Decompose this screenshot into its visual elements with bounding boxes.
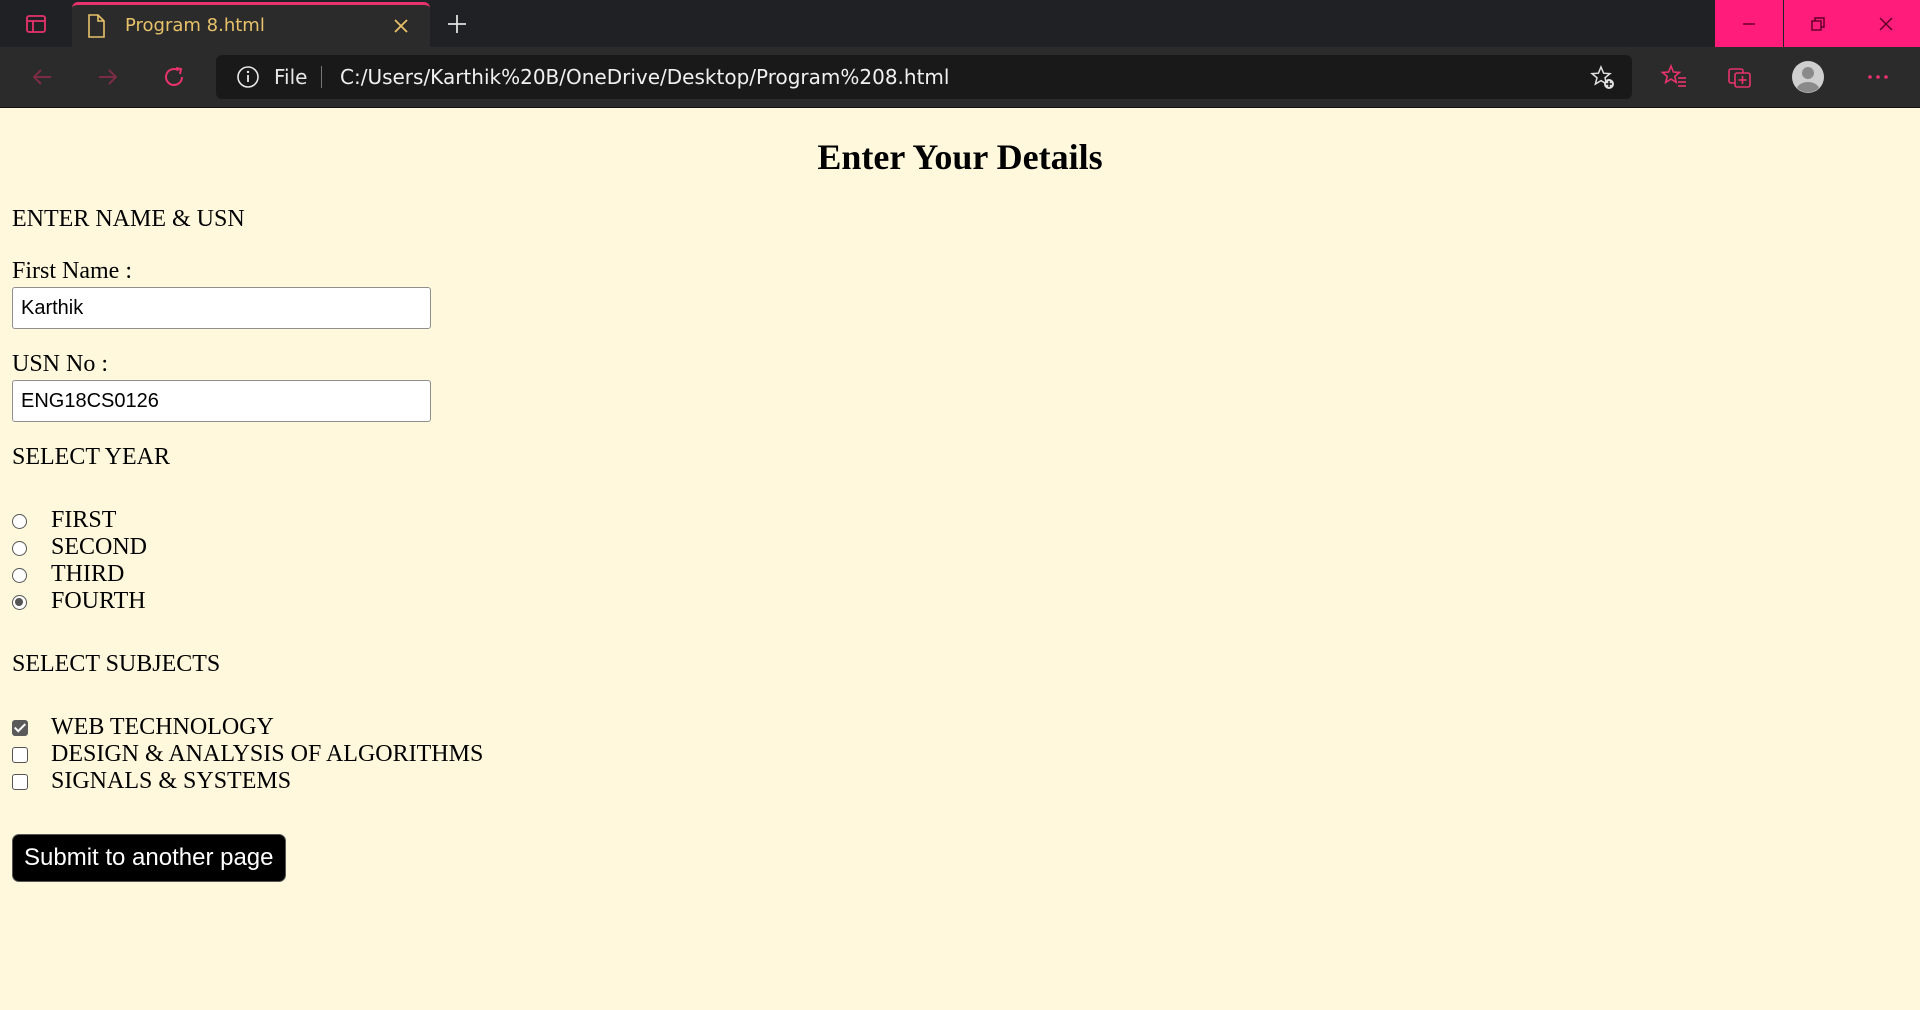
minimize-button[interactable]: [1715, 0, 1783, 47]
close-icon: [394, 19, 408, 33]
more-icon: [1868, 75, 1888, 79]
forward-button[interactable]: [88, 57, 128, 97]
page-title: Enter Your Details: [817, 137, 1103, 177]
page-content: Enter Your Details ENTER NAME & USN Firs…: [0, 108, 1920, 1010]
year-option-first[interactable]: FIRST: [12, 507, 116, 534]
restore-icon: [1811, 16, 1825, 31]
year-radio-second[interactable]: [12, 540, 27, 556]
tab-program-8[interactable]: Program 8.html: [72, 2, 430, 47]
subject-section-title: SELECT SUBJECTS: [12, 651, 221, 677]
address-bar[interactable]: File C:/Users/Karthik%20B/OneDrive/Deskt…: [216, 55, 1632, 99]
profile-button[interactable]: [1788, 57, 1828, 97]
subject-option-label: SIGNALS & SYSTEMS: [51, 768, 292, 794]
subject-checkbox-daa[interactable]: [12, 747, 28, 763]
favorites-icon: [1660, 63, 1686, 87]
arrow-right-icon: [99, 69, 118, 85]
year-option-label: SECOND: [51, 534, 148, 560]
plus-icon: [448, 15, 466, 33]
favorites-button[interactable]: [1654, 57, 1694, 97]
collections-icon: [1728, 68, 1751, 88]
subject-option-label: DESIGN & ANALYSIS OF ALGORITHMS: [51, 741, 484, 767]
subject-option-label: WEB TECHNOLOGY: [51, 714, 274, 740]
subject-option-daa[interactable]: DESIGN & ANALYSIS OF ALGORITHMS: [12, 741, 483, 768]
usn-input[interactable]: ENG18CS0126: [12, 380, 431, 422]
close-icon: [1879, 17, 1893, 30]
collections-button[interactable]: [1720, 57, 1760, 97]
window-close-button[interactable]: [1852, 0, 1920, 47]
minimize-icon: [1743, 22, 1755, 25]
year-option-fourth[interactable]: FOURTH: [12, 588, 146, 615]
year-radio-first[interactable]: [12, 513, 27, 529]
submit-button[interactable]: Submit to another page: [12, 834, 286, 882]
restore-button[interactable]: [1784, 0, 1852, 47]
back-button[interactable]: [22, 57, 62, 97]
first-name-label: First Name :: [12, 258, 132, 284]
refresh-icon: [165, 67, 183, 86]
tab-actions-icon: [26, 15, 46, 33]
document-icon: [88, 14, 105, 38]
subject-option-web-technology[interactable]: WEB TECHNOLOGY: [12, 714, 274, 741]
settings-menu-button[interactable]: [1858, 57, 1898, 97]
first-name-input[interactable]: Karthik: [12, 287, 431, 329]
year-radio-fourth[interactable]: [12, 594, 27, 610]
refresh-button[interactable]: [154, 57, 194, 97]
year-option-second[interactable]: SECOND: [12, 534, 147, 561]
year-section-title: SELECT YEAR: [12, 444, 171, 470]
year-option-label: THIRD: [51, 561, 125, 587]
site-info-label[interactable]: File: [274, 65, 307, 89]
new-tab-button[interactable]: [440, 7, 474, 41]
tab-strip: Program 8.html: [0, 0, 1920, 47]
subject-checkbox-web-technology[interactable]: [12, 720, 28, 736]
arrow-left-icon: [32, 69, 51, 85]
subject-checkbox-signals[interactable]: [12, 774, 28, 790]
url-text[interactable]: C:/Users/Karthik%20B/OneDrive/Desktop/Pr…: [340, 65, 949, 89]
info-icon[interactable]: [236, 65, 260, 89]
avatar-icon: [1792, 61, 1824, 93]
tab-close-button[interactable]: [390, 15, 412, 37]
year-option-label: FIRST: [51, 507, 117, 533]
browser-toolbar: File C:/Users/Karthik%20B/OneDrive/Deskt…: [0, 47, 1920, 108]
tab-actions-button[interactable]: [16, 8, 56, 40]
name-section-title: ENTER NAME & USN: [12, 206, 245, 232]
year-radio-third[interactable]: [12, 567, 27, 583]
year-option-label: FOURTH: [51, 588, 146, 614]
address-divider: [321, 66, 322, 88]
usn-label: USN No :: [12, 351, 109, 377]
add-favorite-button[interactable]: [1588, 63, 1618, 93]
year-option-third[interactable]: THIRD: [12, 561, 124, 588]
subject-option-signals[interactable]: SIGNALS & SYSTEMS: [12, 768, 291, 795]
tab-title: Program 8.html: [125, 15, 265, 36]
star-add-icon: [1590, 65, 1614, 89]
